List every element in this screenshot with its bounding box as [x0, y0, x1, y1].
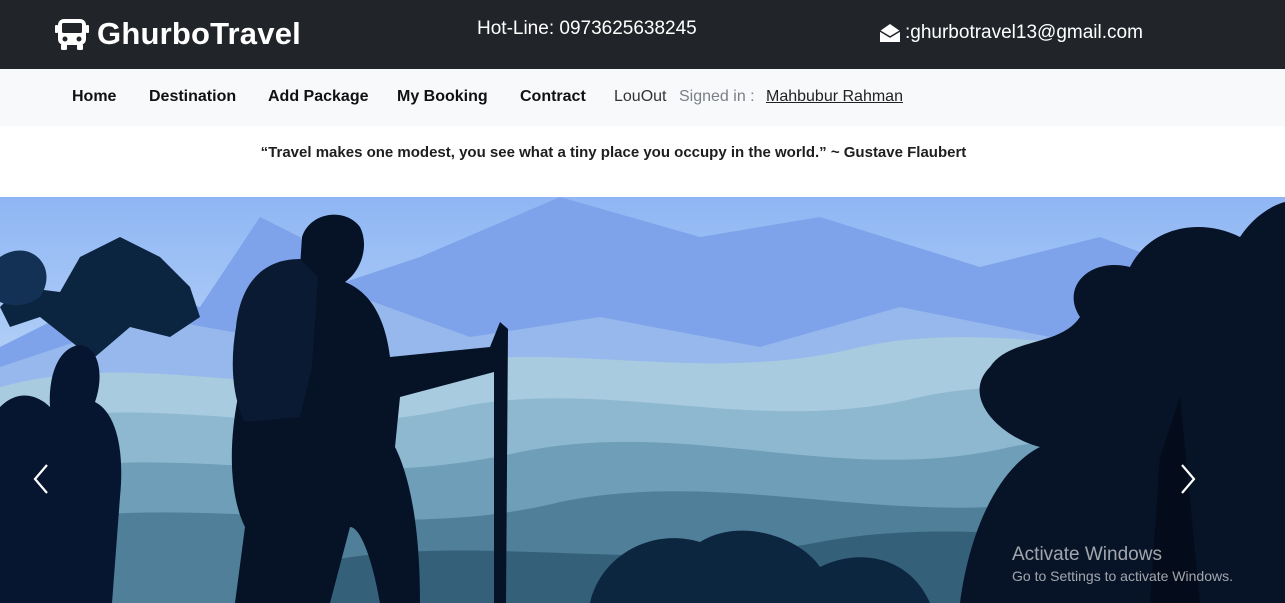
- nav-add-package[interactable]: Add Package: [268, 88, 368, 106]
- carousel-next-button[interactable]: [1173, 459, 1203, 499]
- nav-home[interactable]: Home: [72, 88, 116, 106]
- chevron-right-icon: [1181, 464, 1196, 494]
- brand-name: GhurboTravel: [97, 16, 301, 51]
- chevron-left-icon: [33, 464, 48, 494]
- email-contact: :ghurbotravel13@gmail.com: [879, 22, 1143, 44]
- hotline-text: Hot-Line: 0973625638245: [477, 18, 697, 39]
- watermark-title: Activate Windows: [1012, 544, 1162, 565]
- nav-my-booking[interactable]: My Booking: [397, 88, 488, 106]
- quote-section: “Travel makes one modest, you see what a…: [0, 126, 1285, 197]
- activate-windows-watermark: Activate Windows Go to Settings to activ…: [1012, 544, 1233, 584]
- envelope-open-icon: [879, 24, 901, 42]
- brand-logo[interactable]: GhurboTravel: [55, 14, 301, 54]
- hero-carousel[interactable]: Activate Windows Go to Settings to activ…: [0, 197, 1285, 603]
- navigation-bar: Home Destination Add Package My Booking …: [0, 69, 1285, 126]
- travel-quote: “Travel makes one modest, you see what a…: [260, 144, 967, 161]
- signed-in-user-link[interactable]: Mahbubur Rahman: [766, 88, 903, 106]
- carousel-prev-button[interactable]: [26, 459, 56, 499]
- top-header-bar: GhurboTravel Hot-Line: 0973625638245 :gh…: [0, 0, 1285, 69]
- nav-contract[interactable]: Contract: [520, 88, 586, 106]
- email-address: :ghurbotravel13@gmail.com: [905, 22, 1143, 43]
- signed-in-label: Signed in :: [679, 88, 755, 105]
- watermark-subtitle: Go to Settings to activate Windows.: [1012, 568, 1233, 584]
- nav-destination[interactable]: Destination: [149, 88, 236, 106]
- bus-icon: [55, 19, 89, 50]
- hiker-landscape-image: [0, 197, 1285, 603]
- nav-logout[interactable]: LouOut: [614, 88, 666, 106]
